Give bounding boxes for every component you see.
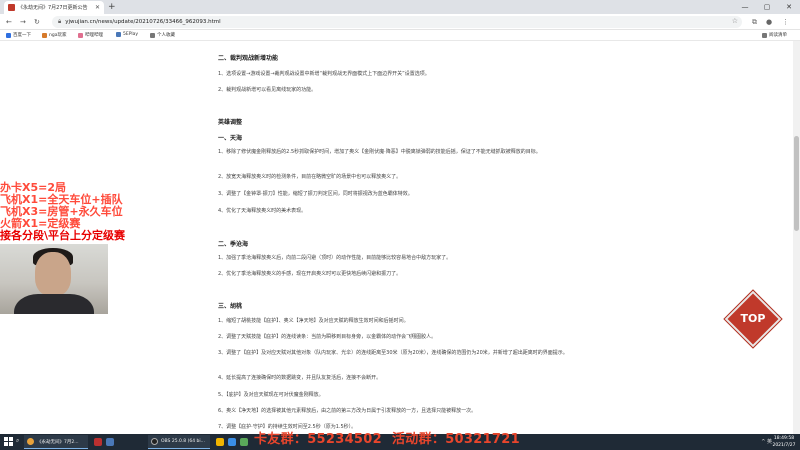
paragraph: 3、调整了【金钟罩·振刀】性能，缩短了振刀判定区间，同时将振视改为蓝色霸体特效。 [218,191,413,197]
close-tab-icon[interactable]: ✕ [95,4,100,11]
browser-toolbar: ← → ↻ 🔒︎ yjwujian.cn/news/update/2021072… [0,14,800,30]
hero-title: 三、胡桃 [218,303,243,310]
hero-title: 一、天海 [218,135,243,142]
webcam-person-body [14,294,94,314]
taskbar-app-icon[interactable] [94,438,102,446]
bookmark-item[interactable]: 5EPlay [116,32,138,37]
tab-bar: 《永劫无间》7月27日更新公告 ✕ + — ▢ ✕ [0,0,800,14]
paragraph: 4、优化了天海释放奥义时的美术表现。 [218,208,307,214]
browser-tab[interactable]: 《永劫无间》7月27日更新公告 ✕ [4,1,104,14]
bookmark-icon [116,32,121,37]
bookmark-icon [42,32,47,38]
search-icon[interactable]: ⌕ [16,437,19,445]
back-to-top-button[interactable]: TOP [724,290,782,348]
taskbar-app-icon[interactable] [228,438,236,446]
minimize-icon[interactable]: — [734,0,756,14]
section-title: 二、裁判观战新增功能 [218,55,279,62]
taskbar-app-icon[interactable] [240,438,248,446]
paragraph: 4、延长提高了连接确保时的数据跳变，并且队友复活后，连接不会断开。 [218,375,382,381]
paragraph: 6、奥义【净天地】的选择被其他元素释放后，由之前的第三方改为日属于引发释放的一方… [218,408,477,414]
profile-icon[interactable]: ● [766,17,772,27]
banner-card-group: 卡友群：55234502 [254,432,382,447]
bookmark-star-icon[interactable]: ☆ [732,17,738,25]
section-title: 英雄调整 [218,119,243,126]
back-icon[interactable]: ← [6,17,12,27]
bookmark-icon [78,32,83,38]
taskbar-app-obs[interactable]: OBS 25.0.8 (64 bi... [148,435,210,449]
tab-title: 《永劫无间》7月27日更新公告 [18,5,88,11]
webcam-feed [0,244,108,314]
paragraph: 1、缩短了胡桃技能【庇护】、奥义【净天地】及对应天赋的释放生效时间和后摇时间。 [218,318,409,324]
bookmark-item[interactable]: 个人收藏 [150,32,175,38]
top-label: TOP [740,312,766,325]
reload-icon[interactable]: ↻ [34,17,40,27]
paragraph: 2、放宽天海释放奥义时的检测条件，目前在略微空旷的场景中也可以释放奥义了。 [218,174,402,180]
hero-title: 二、季沧海 [218,241,249,248]
close-window-icon[interactable]: ✕ [778,0,800,14]
scrollbar[interactable] [793,41,800,434]
paragraph: 1、选项设置→游戏设置→裁判观战设置中新增“裁判观战无界面模式上下面边界开关”设… [218,71,430,77]
url-text: yjwujian.cn/news/update/20210726/33466_9… [65,19,221,25]
windows-start-icon[interactable] [4,437,13,446]
taskbar-app[interactable]: 《永劫无间》7月2... [24,435,88,449]
bookmark-item[interactable]: nga玩家 [42,32,66,38]
extension-icon[interactable]: ⧉ [752,17,757,27]
paragraph: 2、裁判观战新增可以看见离线玩家的功能。 [218,87,317,93]
banner-event-group: 活动群：50321721 [392,432,520,447]
bookmark-icon [150,32,155,38]
paragraph: 1、移除了修伏魔金刚释放后的2.5秒抓取保护时间，增加了奥义【金刚伏魔·降恶】中… [218,149,541,155]
overlay-line: 接各分段\平台上分定级赛 [0,229,126,242]
lock-icon: 🔒︎ [58,18,62,25]
address-bar[interactable]: 🔒︎ yjwujian.cn/news/update/20210726/3346… [52,16,742,28]
paragraph: 2、优化了季沧海释放奥义的手感，现在开启奥义时可以更快地后续闪避和振刀了。 [218,271,402,277]
clock-time: 18:49:58 [773,436,795,441]
menu-icon[interactable]: ⋮ [782,17,789,27]
bookmark-item[interactable]: 百度一下 [6,32,31,38]
site-favicon-icon [8,4,15,11]
scrollbar-thumb[interactable] [794,136,799,231]
forward-icon[interactable]: → [20,17,26,27]
clock[interactable]: 18:49:58 2021/7/27 [772,435,796,449]
reading-list[interactable]: 阅读清单 [762,32,787,38]
browser-app-icon [27,438,34,445]
clock-date: 2021/7/27 [772,443,796,448]
system-tray[interactable]: ^ 英 [761,438,772,445]
bookmarks-bar: 百度一下 nga玩家 哔哩哔哩 5EPlay 个人收藏 阅读清单 [0,30,800,41]
reading-list-icon [762,32,767,38]
obs-icon [151,438,158,445]
maximize-icon[interactable]: ▢ [756,0,778,14]
bookmark-icon [6,32,11,38]
taskbar-app-icon[interactable] [106,438,114,446]
paragraph: 2、调整了天赋技能【庇护】的连线读条：当前为瞬移到目标身旁，以金霸体的动作会飞翔… [218,334,437,340]
taskbar-app-icon[interactable] [216,438,224,446]
paragraph: 3、调整了【庇护】及对应天赋对其他对象（队内玩家、光伞）的连线距离至30米（原为… [218,350,568,356]
new-tab-icon[interactable]: + [108,1,116,13]
bookmark-item[interactable]: 哔哩哔哩 [78,32,103,38]
paragraph: 1、加强了季沧海释放奥义后，向前二段闪避（顶时）的动作性能，目前能够比较容易地合… [218,255,452,261]
paragraph: 5、【庇护】及对应天赋现在可对伏魔金刚释放。 [218,392,324,398]
webcam-person-face [35,252,71,296]
